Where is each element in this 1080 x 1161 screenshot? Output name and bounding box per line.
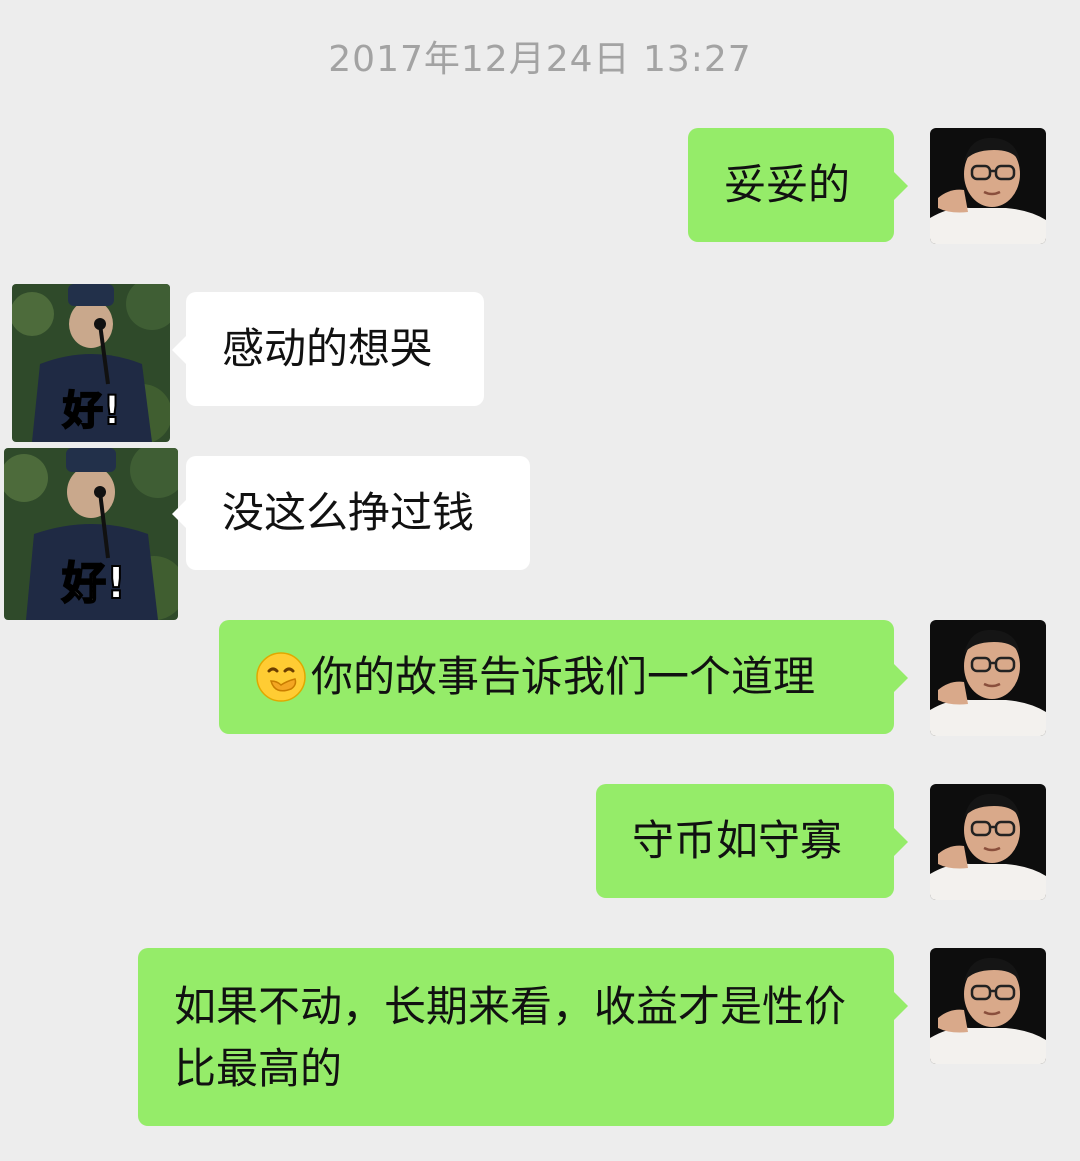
message-bubble-self[interactable]: 妥妥的 — [688, 128, 908, 242]
message-text: 守币如守寡 — [632, 816, 843, 865]
message-text: 如果不动，长期来看，收益才是性价比最高的 — [174, 982, 847, 1093]
hand-over-mouth-icon — [255, 651, 307, 703]
self-avatar[interactable] — [930, 784, 1046, 900]
message-bubble-self[interactable]: 如果不动，长期来看，收益才是性价比最高的 — [138, 948, 908, 1126]
message-text: 妥妥的 — [724, 160, 851, 209]
other-avatar[interactable]: 好! — [4, 448, 178, 620]
self-avatar[interactable] — [930, 948, 1046, 1064]
chat-timestamp: 2017年12月24日 13:27 — [328, 39, 752, 80]
self-avatar[interactable] — [930, 128, 1046, 244]
other-avatar[interactable]: 好! — [12, 284, 170, 442]
message-bubble-self[interactable]: 你的故事告诉我们一个道理 — [219, 620, 908, 734]
message-text: 你的故事告诉我们一个道理 — [311, 652, 816, 701]
self-avatar[interactable] — [930, 620, 1046, 736]
sticker-text: 好! — [62, 388, 121, 434]
message-bubble-other[interactable]: 感动的想哭 — [172, 292, 484, 406]
message-text: 感动的想哭 — [222, 324, 433, 373]
sticker-text: 好! — [61, 558, 126, 609]
message-bubble-self[interactable]: 守币如守寡 — [596, 784, 908, 898]
message-text: 没这么挣过钱 — [222, 488, 475, 537]
message-bubble-other[interactable]: 没这么挣过钱 — [172, 456, 530, 570]
